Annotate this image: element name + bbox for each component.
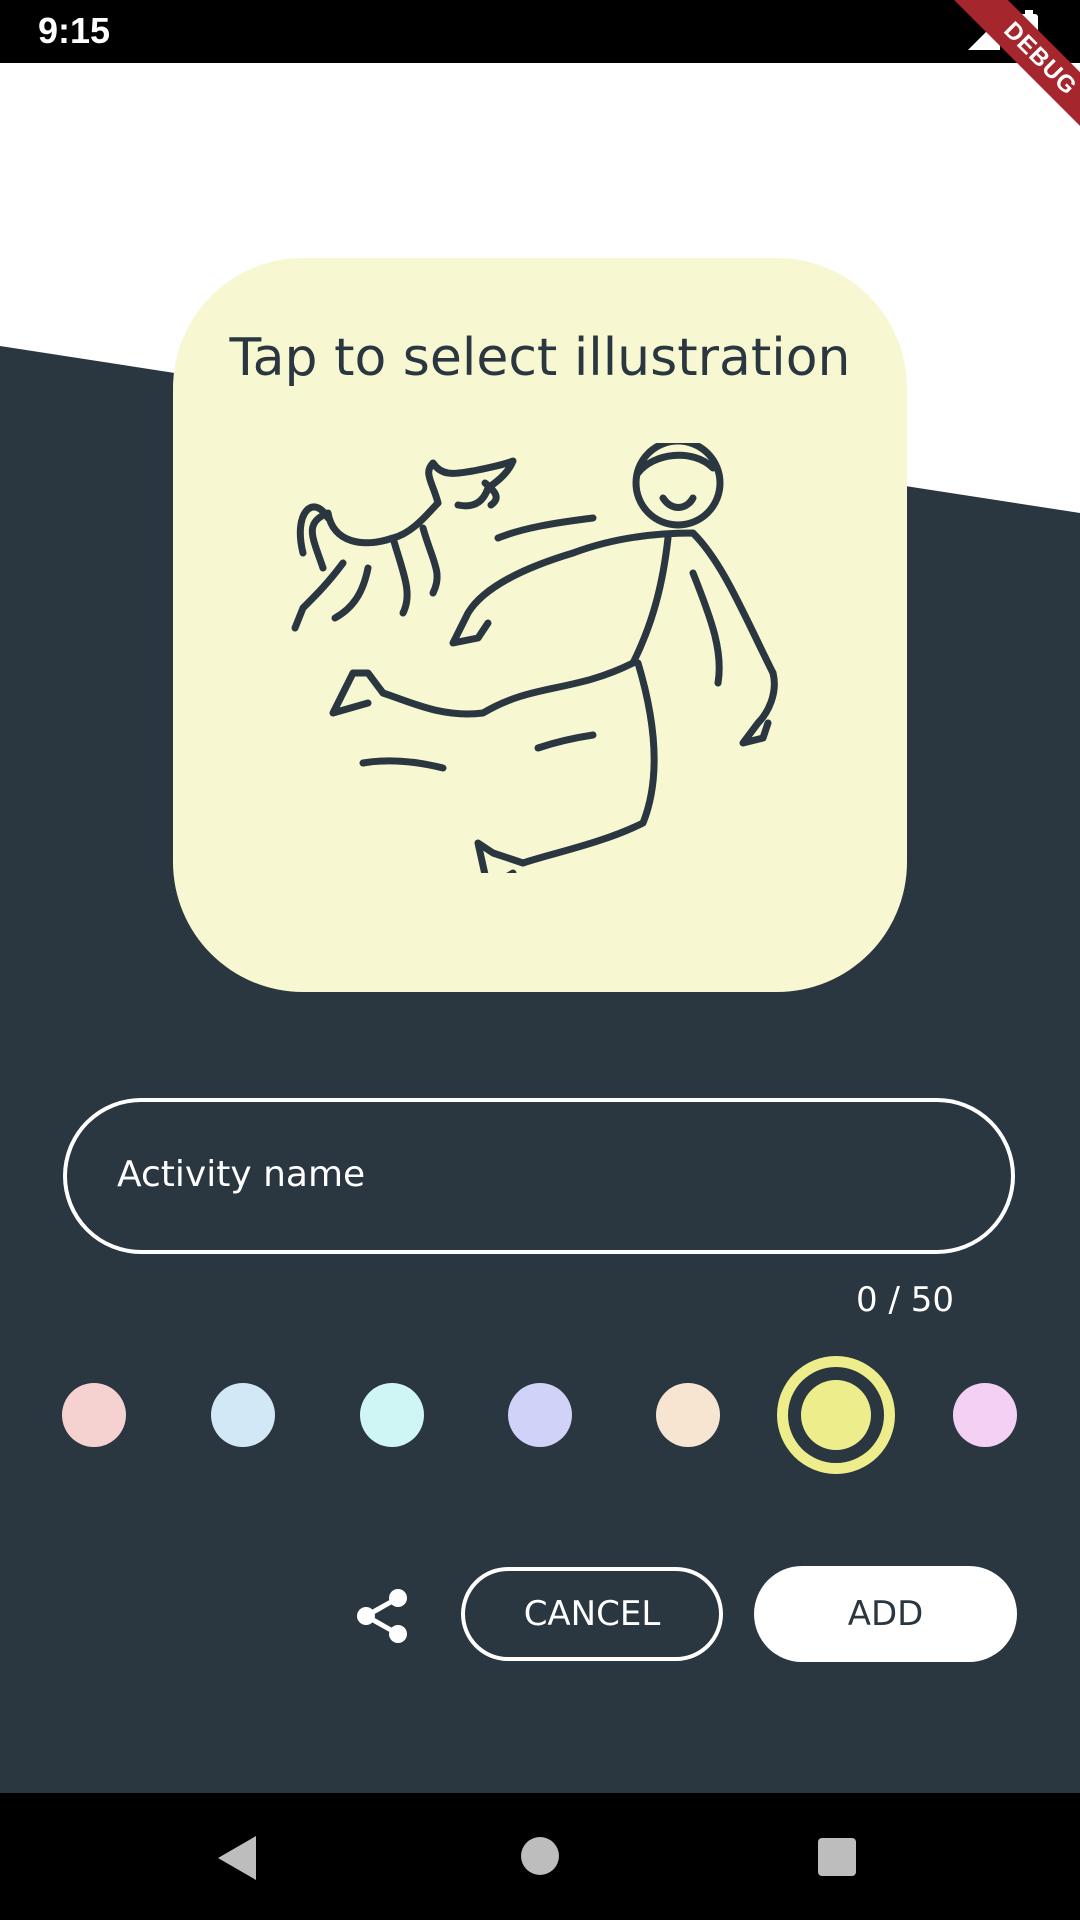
add-button[interactable]: ADD (754, 1566, 1017, 1662)
activity-name-placeholder: Activity name (117, 1154, 366, 1195)
activity-name-input[interactable]: Activity name (63, 1098, 1015, 1254)
color-swatch-pink[interactable] (62, 1383, 126, 1447)
color-swatch-light-blue[interactable] (211, 1383, 275, 1447)
share-icon[interactable] (352, 1586, 412, 1646)
back-icon[interactable] (218, 1836, 256, 1880)
color-swatch-cyan[interactable] (360, 1383, 424, 1447)
status-bar: 9:15 (0, 0, 1080, 63)
status-time: 9:15 (38, 10, 111, 51)
selected-dot (801, 1380, 871, 1450)
cancel-button[interactable]: CANCEL (461, 1567, 723, 1661)
illustration-picker[interactable]: Tap to select illustration (173, 258, 907, 992)
navigation-bar (0, 1793, 1080, 1920)
color-swatch-lavender[interactable] (508, 1383, 572, 1447)
character-counter: 0 / 50 (856, 1280, 954, 1320)
color-swatch-yellow[interactable] (777, 1356, 895, 1474)
selected-ring (788, 1367, 884, 1463)
color-swatch-magenta[interactable] (953, 1383, 1017, 1447)
card-title: Tap to select illustration (229, 328, 851, 388)
recents-icon[interactable] (818, 1838, 856, 1876)
color-swatch-peach[interactable] (656, 1383, 720, 1447)
home-icon[interactable] (521, 1837, 559, 1875)
dog-and-person-illustration (291, 443, 778, 873)
